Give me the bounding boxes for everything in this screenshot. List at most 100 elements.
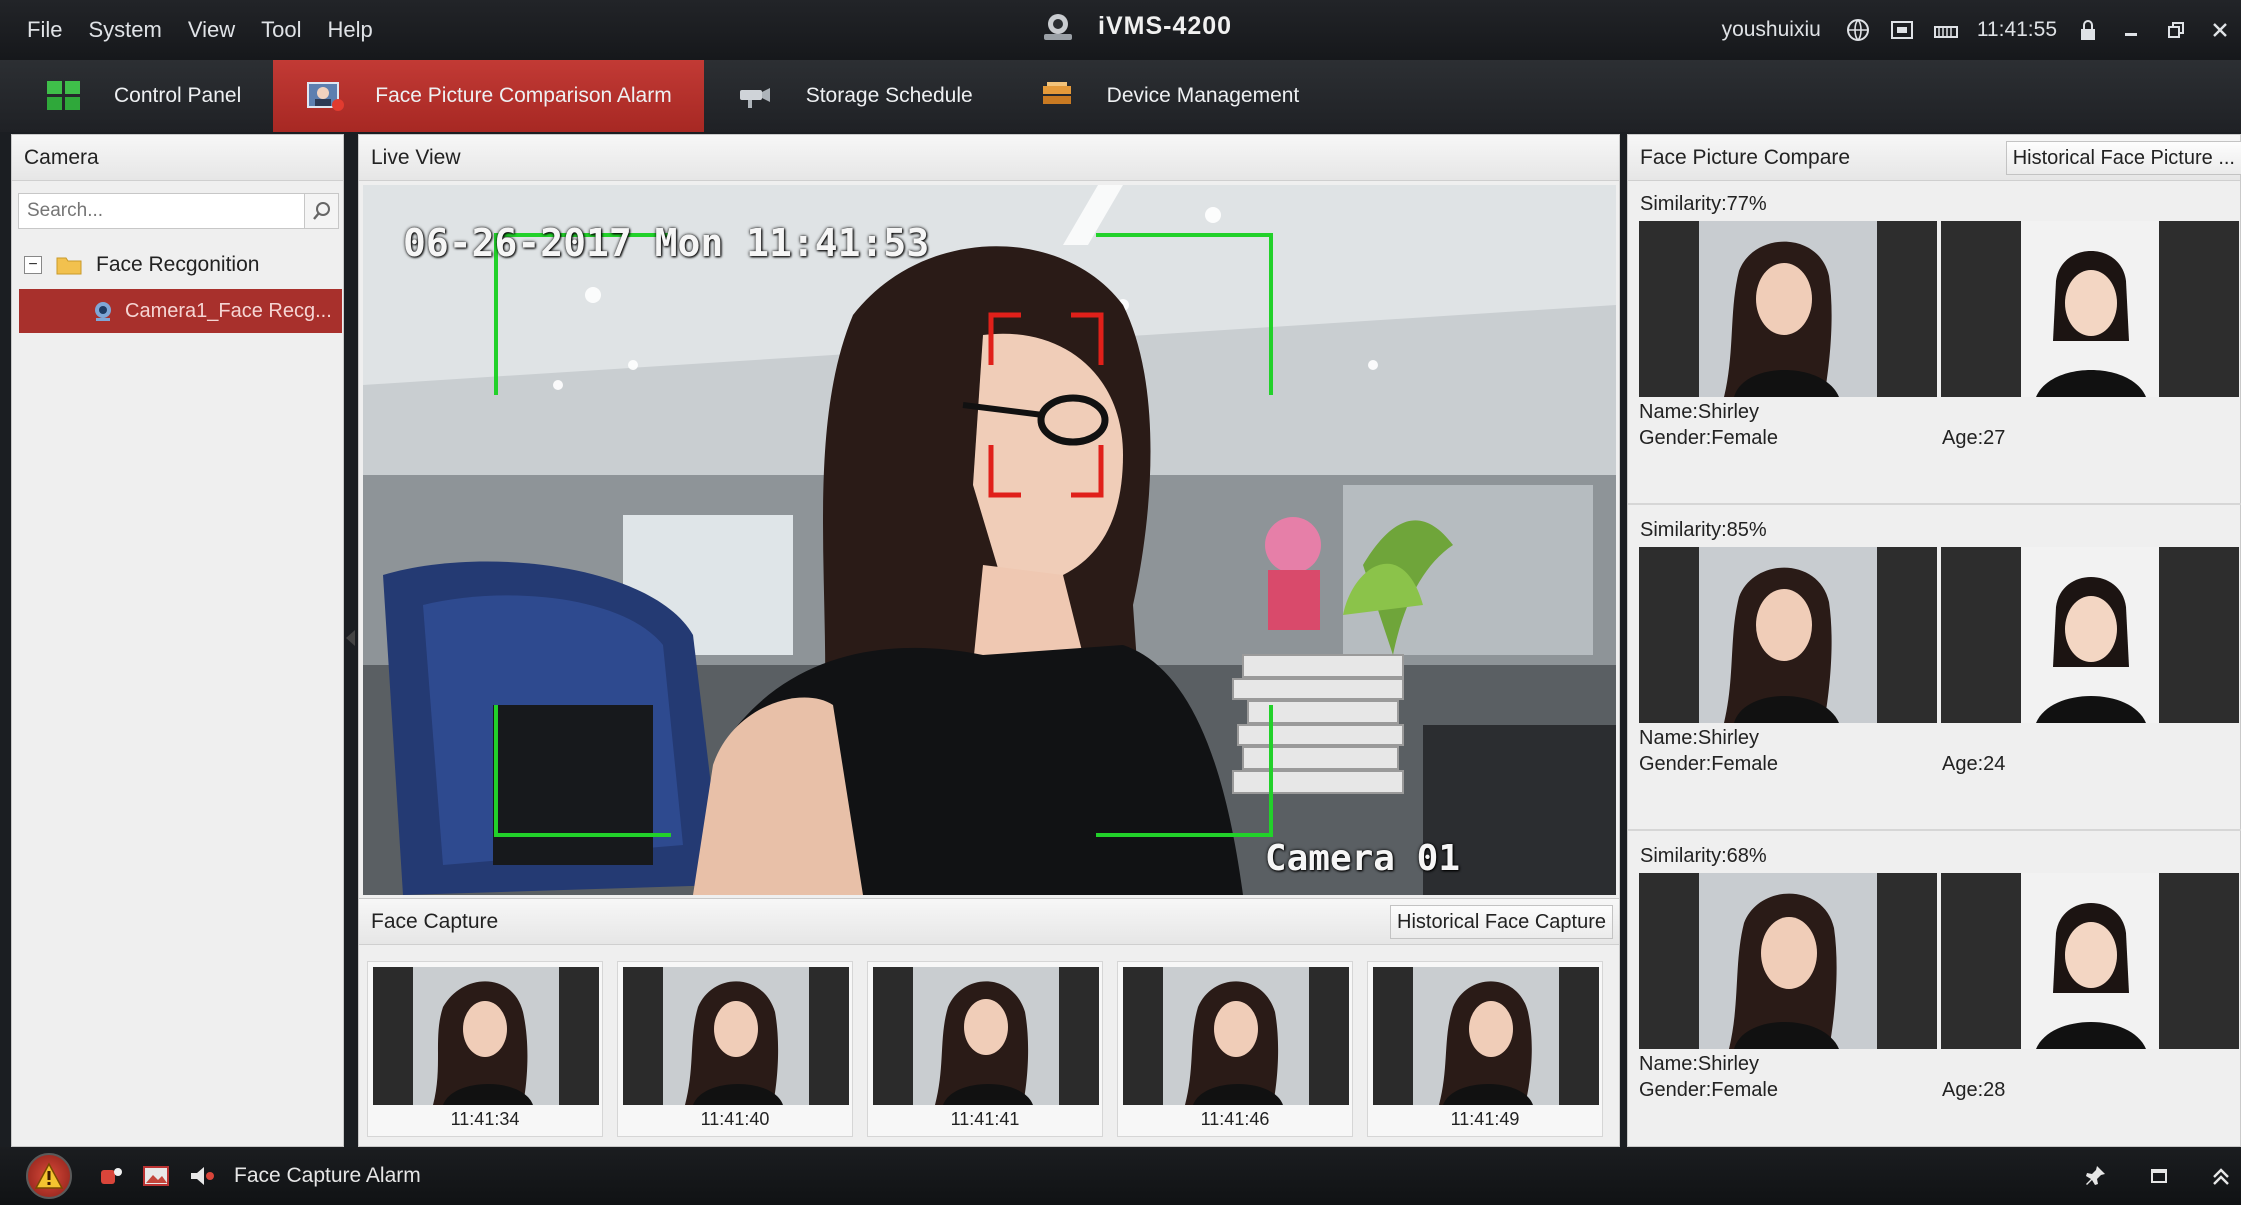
- match-gender: Gender:Female: [1639, 753, 1778, 775]
- title-bar: File System View Tool Help iVMS-4200 you…: [0, 0, 2241, 60]
- camera-panel: Camera − Face Recgonition Camera1_Face R…: [11, 134, 344, 1147]
- live-view-header: Live View: [359, 135, 1619, 181]
- capture-time: 11:41:34: [450, 1109, 520, 1129]
- menu-tool[interactable]: Tool: [248, 17, 314, 43]
- face-compare-title: Face Picture Compare: [1640, 145, 1851, 169]
- camera-icon: [95, 302, 111, 321]
- camera-panel-header: Camera: [12, 135, 343, 181]
- capture-thumbnail[interactable]: 11:41:34: [367, 961, 603, 1137]
- grid-icon: [47, 81, 80, 110]
- similarity-score: Similarity:85%: [1640, 519, 1767, 541]
- tree-item-label: Camera1_Face Recg...: [125, 299, 332, 322]
- match-age: Age:28: [1942, 1079, 2006, 1101]
- enrolled-face-image: [1941, 547, 2239, 723]
- face-compare-header: Face Picture Compare Historical Face Pic…: [1628, 135, 2241, 181]
- collapse-toggle[interactable]: −: [24, 256, 42, 274]
- enrolled-face-image: [1941, 221, 2239, 397]
- restore-icon[interactable]: [2163, 17, 2189, 43]
- cpu-icon: [1889, 17, 1915, 43]
- menu-bar: File System View Tool Help: [14, 17, 386, 43]
- tab-device-management[interactable]: Device Management: [1005, 60, 1332, 132]
- capture-time: 11:41:41: [950, 1109, 1020, 1129]
- capture-thumbnails: 11:41:34 11:41:40 11:41:41 11:41:46 11:4…: [367, 961, 1603, 1137]
- camera-search: [18, 193, 339, 229]
- window-icon[interactable]: [2149, 1166, 2169, 1186]
- capture-time: 11:41:49: [1450, 1109, 1520, 1129]
- face-alarm-icon: [307, 82, 345, 111]
- lock-icon[interactable]: [2075, 17, 2101, 43]
- similarity-score: Similarity:68%: [1640, 845, 1767, 867]
- ivms-window: File System View Tool Help iVMS-4200 you…: [0, 0, 2241, 1205]
- capture-thumbnail[interactable]: 11:41:40: [617, 961, 853, 1137]
- match-item[interactable]: Similarity:77% Name:Shirley Gender:Femal…: [1628, 187, 2241, 505]
- capture-image: [1123, 967, 1349, 1105]
- search-input[interactable]: [18, 193, 305, 229]
- menu-file[interactable]: File: [14, 17, 75, 43]
- capture-time: 11:41:40: [700, 1109, 770, 1129]
- expand-up-icon[interactable]: [2211, 1165, 2231, 1187]
- ram-icon: [1933, 17, 1959, 43]
- search-icon[interactable]: [305, 193, 339, 229]
- alarm-warning-icon[interactable]: [26, 1153, 72, 1199]
- match-gender: Gender:Female: [1639, 1079, 1778, 1101]
- collapse-left-panel-icon[interactable]: [346, 630, 355, 646]
- alarm-image-icon[interactable]: [142, 1164, 170, 1188]
- live-video[interactable]: 06-26-2017 Mon 11:41:53 Camera 01: [363, 185, 1616, 895]
- app-title: iVMS-4200: [1040, 10, 1232, 42]
- bottom-bar-controls: [2085, 1147, 2231, 1205]
- capture-image: [873, 967, 1099, 1105]
- tab-control-panel[interactable]: Control Panel: [12, 60, 273, 132]
- ivms-logo-icon: [1044, 14, 1072, 40]
- storage-camera-icon: [739, 88, 770, 108]
- pin-icon[interactable]: [2085, 1164, 2107, 1188]
- tree-item-camera1[interactable]: Camera1_Face Recg...: [19, 289, 342, 333]
- enrolled-face-image: [1941, 873, 2239, 1049]
- tab-label: Device Management: [1106, 84, 1300, 107]
- capture-image: [1373, 967, 1599, 1105]
- match-age: Age:27: [1942, 427, 2006, 449]
- status-area: youshuixiu 11:41:55: [1722, 0, 2241, 60]
- minimize-icon[interactable]: [2119, 17, 2145, 43]
- device-icon: [1042, 82, 1071, 104]
- face-capture-title: Face Capture: [371, 909, 499, 933]
- captured-face-image: [1639, 221, 1937, 397]
- captured-face-image: [1639, 873, 1937, 1049]
- video-timestamp: 06-26-2017 Mon 11:41:53: [403, 221, 930, 265]
- historical-face-capture-button[interactable]: Historical Face Capture: [1390, 905, 1613, 939]
- menu-help[interactable]: Help: [314, 17, 385, 43]
- close-icon[interactable]: [2207, 17, 2233, 43]
- speaker-icon[interactable]: [188, 1164, 216, 1188]
- match-item[interactable]: Similarity:68% Name:Shirley Gender:Femal…: [1628, 839, 2241, 1157]
- face-capture-panel: Face Capture Historical Face Capture 11:…: [358, 898, 1620, 1147]
- tab-label: Storage Schedule: [805, 84, 973, 107]
- match-name: Name:Shirley: [1639, 1053, 1760, 1075]
- face-capture-alarm-label: Face Capture Alarm: [234, 1164, 421, 1187]
- alarm-tool-icons: [98, 1164, 216, 1188]
- match-name: Name:Shirley: [1639, 727, 1760, 749]
- username: youshuixiu: [1721, 18, 1821, 41]
- menu-system[interactable]: System: [75, 17, 174, 43]
- tree-group-face-recognition[interactable]: − Face Recgonition: [12, 243, 343, 287]
- video-camera-label: Camera 01: [1264, 838, 1460, 879]
- app-name: iVMS-4200: [1098, 11, 1233, 40]
- clock: 11:41:55: [1976, 18, 2057, 41]
- match-item[interactable]: Similarity:85% Name:Shirley Gender:Femal…: [1628, 513, 2241, 831]
- tab-face-picture-comparison-alarm[interactable]: Face Picture Comparison Alarm: [273, 60, 704, 132]
- alarm-sound-icon[interactable]: [98, 1164, 124, 1188]
- face-compare-panel: Face Picture Compare Historical Face Pic…: [1627, 134, 2241, 1147]
- video-frame: [363, 185, 1616, 895]
- capture-thumbnail[interactable]: 11:41:49: [1367, 961, 1603, 1137]
- capture-thumbnail[interactable]: 11:41:41: [867, 961, 1103, 1137]
- tab-storage-schedule[interactable]: Storage Schedule: [704, 60, 1005, 132]
- tab-label: Face Picture Comparison Alarm: [375, 84, 672, 107]
- menu-view[interactable]: View: [175, 17, 248, 43]
- module-tab-bar: Control Panel Face Picture Comparison Al…: [0, 60, 2241, 132]
- capture-image: [623, 967, 849, 1105]
- similarity-score: Similarity:77%: [1640, 193, 1767, 215]
- tab-label: Control Panel: [114, 84, 242, 107]
- capture-thumbnail[interactable]: 11:41:46: [1117, 961, 1353, 1137]
- network-icon: [1845, 17, 1871, 43]
- historical-face-picture-button[interactable]: Historical Face Picture ...: [2005, 141, 2241, 175]
- folder-icon: [56, 257, 82, 275]
- capture-time: 11:41:46: [1200, 1109, 1270, 1129]
